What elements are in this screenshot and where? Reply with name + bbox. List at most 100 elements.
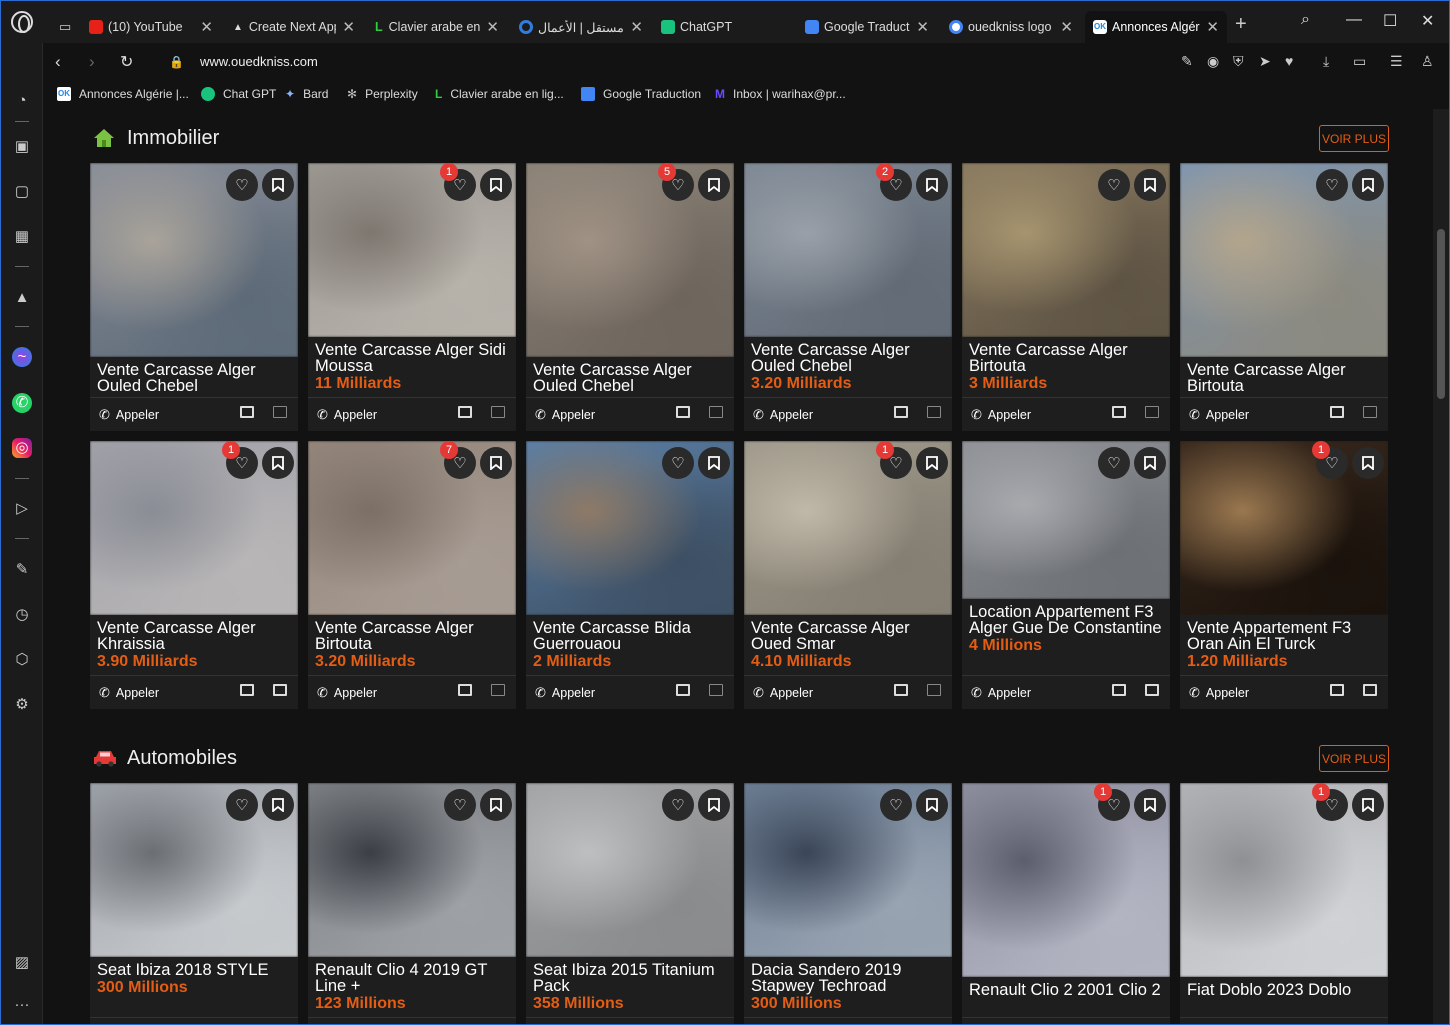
tab-create-next-app[interactable]: ▲ Create Next App ✕ bbox=[225, 11, 363, 43]
listing-card[interactable]: ♡ 7 Vente Carcasse Alger Birtouta 3.20 Mill… bbox=[308, 441, 516, 709]
listing-title[interactable]: Location Appartement F3 Alger Gue De Con… bbox=[969, 604, 1163, 637]
gallery-icon[interactable]: ▨ bbox=[12, 953, 32, 973]
bookmark-perplexity[interactable]: ✻ Perplexity bbox=[347, 87, 418, 101]
listing-title[interactable]: Renault Clio 4 2019 GT Line + bbox=[315, 962, 509, 995]
chat-icon[interactable] bbox=[1145, 684, 1159, 696]
listing-card[interactable]: ♡ 2 Vente Carcasse Alger Ouled Chebel 3.20 … bbox=[744, 163, 952, 431]
maximize-icon[interactable]: ☐ bbox=[1383, 11, 1397, 31]
chat-icon[interactable] bbox=[491, 406, 505, 418]
tab-ouedkniss-logo[interactable]: ouedkniss logo - ✕ bbox=[941, 11, 1081, 43]
listing-title[interactable]: Vente Carcasse Alger Ouled Chebel bbox=[97, 362, 291, 395]
chat-icon[interactable] bbox=[1145, 406, 1159, 418]
bookmark-google-translate[interactable]: Google Traduction bbox=[581, 87, 701, 101]
bookmark-button[interactable] bbox=[480, 447, 512, 479]
call-button[interactable]: ✆ Appeler bbox=[971, 407, 1031, 423]
listing-title[interactable]: Vente Carcasse Alger Sidi Moussa bbox=[315, 342, 509, 375]
instagram-icon[interactable]: ◎ bbox=[12, 438, 32, 458]
call-button[interactable]: ✆ Appeler bbox=[317, 407, 377, 423]
url-field[interactable]: www.ouedkniss.com bbox=[200, 54, 318, 69]
camera-icon[interactable]: ◉ bbox=[1207, 53, 1219, 70]
listing-title[interactable]: Seat Ibiza 2015 Titanium Pack bbox=[533, 962, 727, 995]
scrollbar[interactable] bbox=[1433, 109, 1449, 1024]
listing-title[interactable]: Vente Appartement F3 Oran Ain El Turck bbox=[1187, 620, 1381, 653]
chat-icon[interactable] bbox=[1363, 406, 1377, 418]
reload-icon[interactable]: ↻ bbox=[120, 52, 133, 72]
close-tab-icon[interactable]: ✕ bbox=[630, 18, 643, 36]
listing-title[interactable]: Vente Carcasse Alger Khraissia bbox=[97, 620, 291, 653]
minimize-icon[interactable]: — bbox=[1346, 11, 1362, 29]
settings-icon[interactable]: ⚙ bbox=[12, 695, 32, 715]
bookmark-button[interactable] bbox=[916, 789, 948, 821]
chat-icon[interactable] bbox=[273, 406, 287, 418]
chat-icon[interactable] bbox=[927, 684, 941, 696]
tab-youtube[interactable]: (10) YouTube ✕ bbox=[81, 11, 221, 43]
favorite-button[interactable]: ♡ bbox=[662, 789, 694, 821]
chat-icon[interactable] bbox=[491, 684, 505, 696]
call-button[interactable]: ✆ Appeler bbox=[535, 407, 595, 423]
listing-card[interactable]: ♡ Renault Clio 4 2019 GT Line +123 Millio… bbox=[308, 783, 516, 1024]
bookmark-chatgpt[interactable]: Chat GPT bbox=[201, 87, 276, 101]
message-icon[interactable] bbox=[240, 406, 254, 418]
close-tab-icon[interactable]: ✕ bbox=[486, 18, 499, 36]
chat-icon[interactable] bbox=[273, 684, 287, 696]
close-tab-icon[interactable]: ✕ bbox=[1206, 18, 1219, 36]
favorite-button[interactable]: ♡ bbox=[662, 447, 694, 479]
message-icon[interactable] bbox=[1112, 684, 1126, 696]
aria-icon[interactable]: ▲ bbox=[12, 288, 32, 308]
listing-card[interactable]: ♡ 1 Vente Carcasse Alger Oued Smar 4.10 Mil… bbox=[744, 441, 952, 709]
chat-icon[interactable] bbox=[709, 406, 723, 418]
chat-icon[interactable] bbox=[927, 406, 941, 418]
voir-plus-button[interactable]: VOIR PLUS bbox=[1319, 125, 1389, 152]
bookmark-button[interactable] bbox=[262, 169, 294, 201]
bookmark-inbox[interactable]: M Inbox | warihax@pr... bbox=[715, 87, 846, 101]
voir-plus-button[interactable]: VOIR PLUS bbox=[1319, 745, 1389, 772]
listing-title[interactable]: Fiat Doblo 2023 Doblo bbox=[1187, 982, 1381, 999]
listing-title[interactable]: Vente Carcasse Blida Guerrouaou bbox=[533, 620, 727, 653]
message-icon[interactable] bbox=[458, 684, 472, 696]
download-icon[interactable]: ⤓ bbox=[1323, 53, 1329, 70]
battery-icon[interactable]: ▭ bbox=[1353, 53, 1366, 70]
listing-card[interactable]: ♡ Vente Carcasse Alger Birtouta ✆ Appeler bbox=[1180, 163, 1388, 431]
close-tab-icon[interactable]: ✕ bbox=[916, 18, 929, 36]
bookmark-button[interactable] bbox=[1352, 789, 1384, 821]
call-button[interactable]: ✆ Appeler bbox=[99, 685, 159, 701]
bookmark-button[interactable] bbox=[1134, 789, 1166, 821]
favorite-button[interactable]: ♡ bbox=[880, 789, 912, 821]
favorite-button[interactable]: ♡ bbox=[1316, 169, 1348, 201]
bookmark-button[interactable] bbox=[916, 169, 948, 201]
speed-dial-icon[interactable]: ◔ bbox=[12, 91, 32, 111]
more-icon[interactable]: ··· bbox=[12, 995, 32, 1015]
call-button[interactable]: ✆ Appeler bbox=[1189, 407, 1249, 423]
listing-card[interactable]: ♡ Seat Ibiza 2015 Titanium Pack 358 Millio… bbox=[526, 783, 734, 1024]
whatsapp-icon[interactable]: ✆ bbox=[12, 393, 32, 413]
listing-card[interactable]: ♡ Location Appartement F3 Alger Gue De Co… bbox=[962, 441, 1170, 709]
listing-card[interactable]: ♡1 Fiat Doblo 2023 Doblo ✆Appeler bbox=[1180, 783, 1388, 1024]
listing-title[interactable]: Seat Ibiza 2018 STYLE bbox=[97, 962, 291, 979]
tab-mostaql[interactable]: مستقل | الأعمال ✕ bbox=[511, 11, 651, 43]
menu-icon[interactable]: ☰ bbox=[1390, 53, 1403, 70]
call-button[interactable]: ✆ Appeler bbox=[971, 685, 1031, 701]
bookmark-button[interactable] bbox=[698, 447, 730, 479]
bookmark-button[interactable] bbox=[1352, 447, 1384, 479]
listing-card[interactable]: ♡ Vente Carcasse Alger Ouled Chebel ✆ Appel… bbox=[90, 163, 298, 431]
message-icon[interactable] bbox=[676, 684, 690, 696]
bookmark-button[interactable] bbox=[1134, 169, 1166, 201]
forward-icon[interactable]: › bbox=[89, 52, 95, 72]
bookmark-button[interactable] bbox=[262, 789, 294, 821]
pinboard-icon[interactable]: ✎ bbox=[12, 560, 32, 580]
close-tab-icon[interactable]: ✕ bbox=[1060, 18, 1073, 36]
call-button[interactable]: ✆ Appeler bbox=[99, 407, 159, 423]
listing-title[interactable]: Renault Clio 2 2001 Clio 2 bbox=[969, 982, 1163, 999]
favorite-button[interactable]: ♡ bbox=[226, 789, 258, 821]
listing-card[interactable]: ♡ Vente Carcasse Alger Birtouta 3 Milliard… bbox=[962, 163, 1170, 431]
call-button[interactable]: ✆ Appeler bbox=[1189, 685, 1249, 701]
bookmark-button[interactable] bbox=[1134, 447, 1166, 479]
search-tabs-icon[interactable]: ⌕ bbox=[1301, 11, 1310, 29]
scrollbar-thumb[interactable] bbox=[1437, 229, 1445, 399]
favorite-button[interactable]: ♡ bbox=[1098, 447, 1130, 479]
history-icon[interactable]: ◷ bbox=[12, 605, 32, 625]
bookmark-button[interactable] bbox=[262, 447, 294, 479]
tab-annonces-algerie[interactable]: OK Annonces Algérie ✕ bbox=[1085, 11, 1227, 43]
listing-title[interactable]: Vente Carcasse Alger Ouled Chebel bbox=[751, 342, 945, 375]
bookmark-button[interactable] bbox=[698, 169, 730, 201]
